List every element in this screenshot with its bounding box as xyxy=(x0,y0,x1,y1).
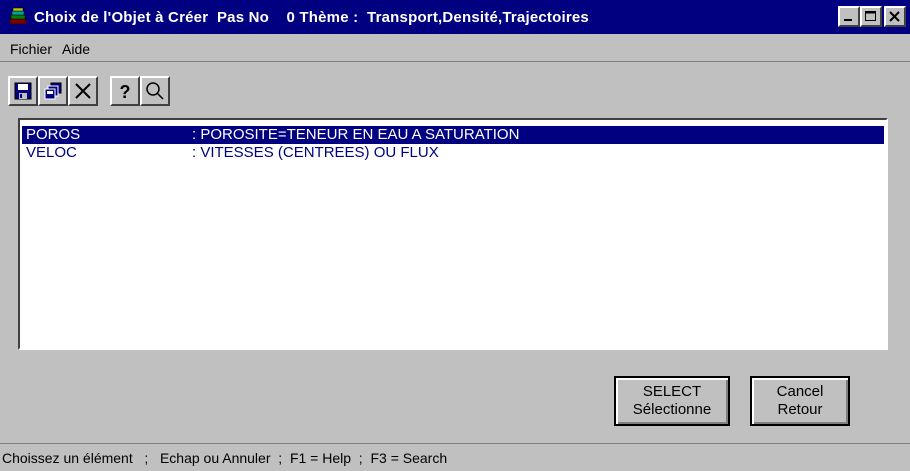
maximize-button[interactable] xyxy=(860,6,882,27)
select-button-sublabel: Sélectionne xyxy=(632,401,712,418)
window-title: Choix de l'Objet à Créer Pas No 0 Thème … xyxy=(34,8,589,26)
minimize-icon xyxy=(844,19,852,21)
help-icon: ? xyxy=(120,82,131,101)
title-bar[interactable]: Choix de l'Objet à Créer Pas No 0 Thème … xyxy=(0,0,910,34)
list-item-code: POROS xyxy=(26,126,81,143)
svg-text:?: ? xyxy=(120,82,131,101)
list-item-code: VELOC xyxy=(26,144,77,161)
list-item[interactable]: POROS : POROSITE=TENEUR EN EAU A SATURAT… xyxy=(22,126,884,144)
status-bar: Choissez un élément ; Echap ou Annuler ;… xyxy=(0,443,910,471)
menu-fichier[interactable]: Fichier xyxy=(6,39,58,59)
cancel-button[interactable]: Cancel Retour xyxy=(750,376,850,426)
list-item-description: : VITESSES (CENTREES) OU FLUX xyxy=(192,144,439,161)
search-button[interactable] xyxy=(140,76,170,106)
copy-button[interactable] xyxy=(38,76,68,106)
menu-aide[interactable]: Aide xyxy=(58,39,96,59)
close-icon xyxy=(889,11,900,22)
minimize-button[interactable] xyxy=(838,6,860,27)
search-icon xyxy=(146,82,164,100)
list-item[interactable]: VELOC : VITESSES (CENTREES) OU FLUX xyxy=(22,144,884,162)
select-button[interactable]: SELECT Sélectionne xyxy=(614,376,730,426)
app-books-icon xyxy=(9,7,27,25)
cancel-button-sublabel: Retour xyxy=(777,401,823,418)
cancel-button-label: Cancel xyxy=(776,383,824,400)
copy-icon xyxy=(44,82,62,100)
delete-button[interactable] xyxy=(68,76,98,106)
menu-bar: Fichier Aide xyxy=(0,36,910,62)
toolbar: ? xyxy=(8,74,170,108)
list-item-description: : POROSITE=TENEUR EN EAU A SATURATION xyxy=(192,126,520,143)
close-button[interactable] xyxy=(884,6,906,27)
select-button-label: SELECT xyxy=(642,383,702,400)
help-button[interactable]: ? xyxy=(110,76,140,106)
save-button[interactable] xyxy=(8,76,38,106)
save-icon xyxy=(14,82,32,100)
delete-icon xyxy=(75,83,91,99)
maximize-icon xyxy=(865,11,876,21)
object-listbox[interactable]: POROS : POROSITE=TENEUR EN EAU A SATURAT… xyxy=(18,118,888,350)
status-text: Choissez un élément ; Echap ou Annuler ;… xyxy=(2,449,448,466)
